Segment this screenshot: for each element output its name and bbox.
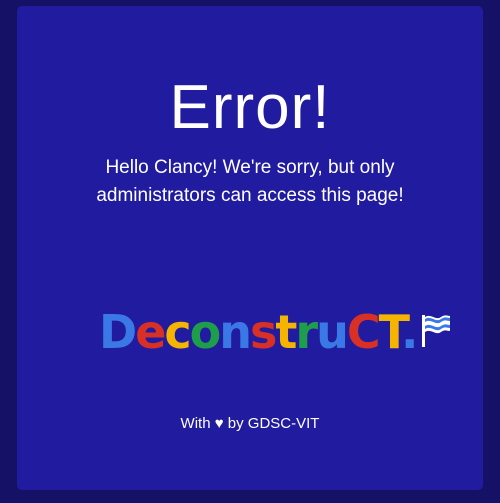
- logo-letter: T: [378, 305, 403, 359]
- error-card: Error! Hello Clancy! We're sorry, but on…: [17, 6, 483, 490]
- logo-letter: s: [250, 305, 277, 359]
- logo-letter: o: [189, 305, 222, 359]
- error-title: Error!: [169, 73, 331, 142]
- flag-icon: [421, 313, 451, 352]
- logo-wordmark: DeconstruCT.: [99, 302, 419, 362]
- logo-letter: c: [164, 305, 191, 359]
- logo-letter: t: [275, 305, 297, 359]
- logo-letter: e: [135, 305, 166, 359]
- logo-letter: D: [99, 305, 137, 359]
- footer-credit: With ♥ by GDSC-VIT: [180, 415, 320, 432]
- logo-letter: C: [346, 305, 381, 359]
- logo-letter: .: [401, 305, 419, 359]
- logo-letter: u: [316, 305, 349, 359]
- error-message: Hello Clancy! We're sorry, but only admi…: [96, 157, 404, 206]
- logo-letter: n: [219, 305, 252, 359]
- deconstruct-logo: DeconstruCT.: [99, 302, 450, 362]
- logo-letter: r: [295, 305, 318, 359]
